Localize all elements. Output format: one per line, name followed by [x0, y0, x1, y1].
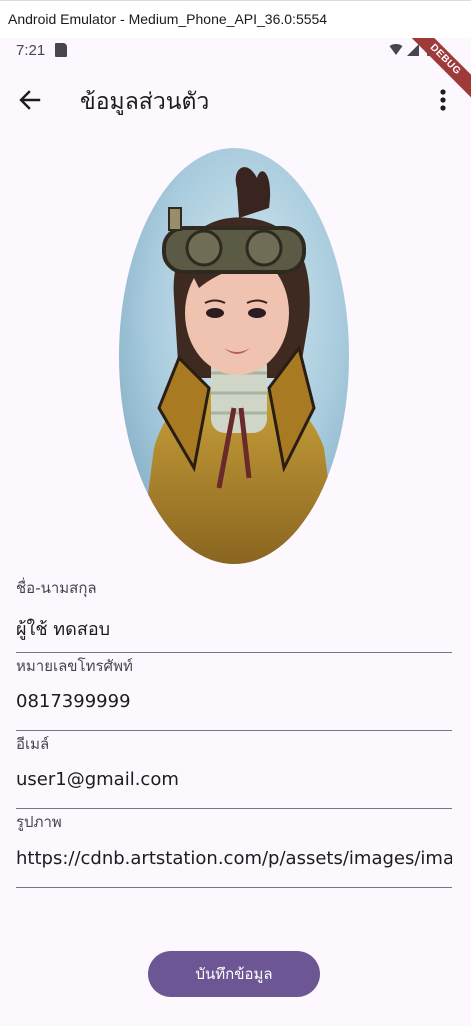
wifi-icon	[388, 44, 404, 55]
status-time: 7:21	[16, 42, 46, 59]
app-screen: 7:21 DEBUG ข้อมูลส่วนตัว ชื่อ-นามสกุล ผู…	[0, 38, 471, 1026]
avatar-image	[119, 148, 349, 564]
arrow-back-icon	[19, 90, 41, 110]
save-button[interactable]: บันทึกข้อมูล	[148, 951, 320, 997]
name-field[interactable]: ชื่อ-นามสกุล ผู้ใช้ ทดสอบ	[16, 574, 452, 653]
phone-label: หมายเลขโทรศัพท์	[16, 657, 133, 675]
profile-avatar[interactable]	[119, 148, 349, 564]
image-url-label: รูปภาพ	[16, 813, 62, 831]
name-value: ผู้ใช้ ทดสอบ	[16, 619, 111, 640]
app-bar: ข้อมูลส่วนตัว	[0, 72, 471, 128]
status-bar: 7:21	[0, 38, 471, 64]
more-vert-icon	[440, 89, 446, 111]
email-value: user1@gmail.com	[16, 769, 179, 790]
page-title: ข้อมูลส่วนตัว	[80, 89, 210, 115]
email-label: อีเมล์	[16, 735, 50, 753]
window-title: Android Emulator - Medium_Phone_API_36.0…	[0, 0, 471, 38]
sd-card-icon	[55, 43, 67, 57]
more-menu-button[interactable]	[428, 80, 458, 120]
email-field[interactable]: อีเมล์ user1@gmail.com	[16, 731, 452, 809]
phone-value: 0817399999	[16, 691, 131, 712]
name-label: ชื่อ-นามสกุล	[16, 579, 97, 597]
image-url-field[interactable]: รูปภาพ https://cdnb.artstation.com/p/ass…	[16, 809, 452, 888]
signal-icon	[407, 44, 419, 56]
back-button[interactable]	[10, 80, 50, 120]
phone-field[interactable]: หมายเลขโทรศัพท์ 0817399999	[16, 653, 452, 731]
image-url-value: https://cdnb.artstation.com/p/assets/ima…	[16, 848, 452, 869]
